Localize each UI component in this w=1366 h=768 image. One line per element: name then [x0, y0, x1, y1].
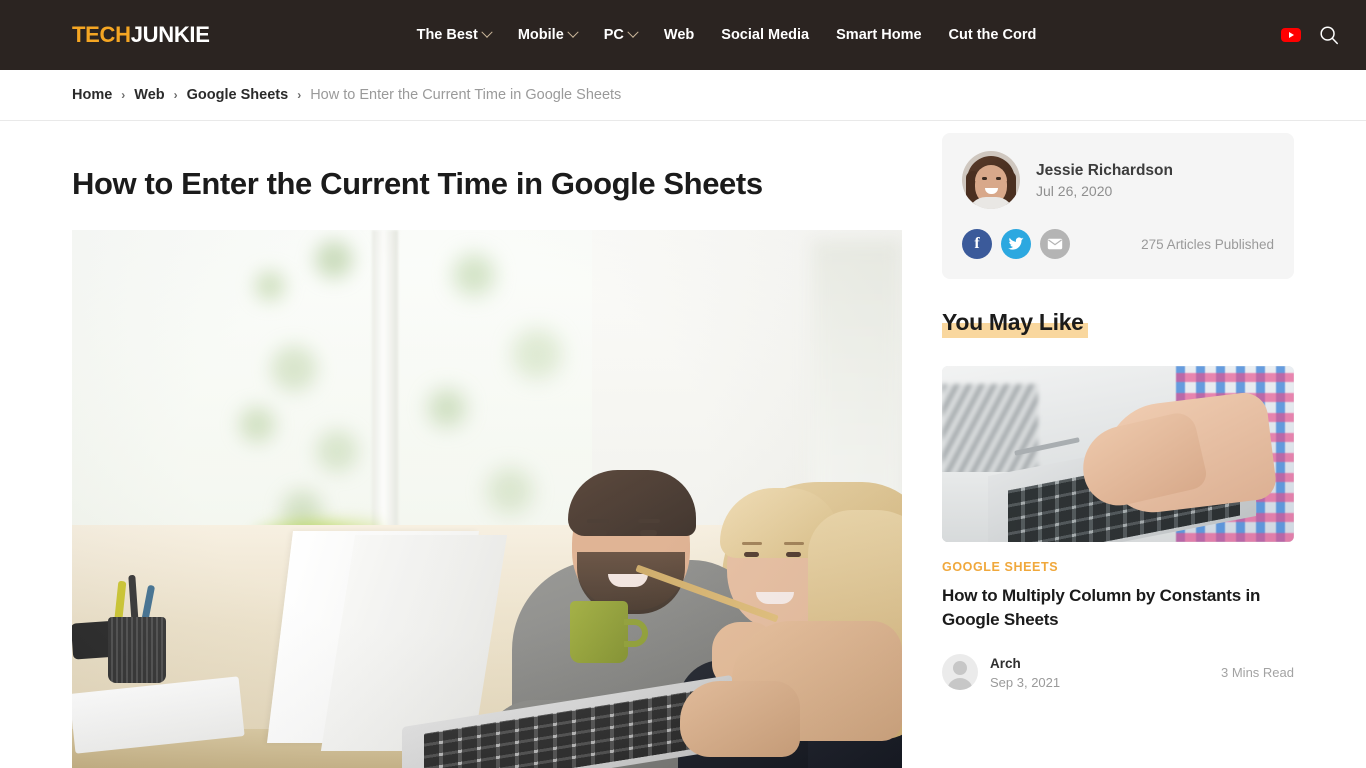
nav-item-pc[interactable]: PC [603, 26, 639, 43]
social-links: f [962, 229, 1070, 259]
related-article-author[interactable]: Arch [990, 655, 1060, 673]
breadcrumb-item-home[interactable]: Home [72, 87, 112, 103]
logo-part-junkie: JUNKIE [130, 22, 210, 47]
related-article-meta: Arch Sep 3, 2021 3 Mins Read [942, 654, 1294, 691]
articles-published-count: 275 Articles Published [1141, 236, 1274, 252]
author-card: Jessie Richardson Jul 26, 2020 f 275 Art… [942, 133, 1294, 279]
breadcrumb-separator: › [173, 88, 178, 102]
related-article-title[interactable]: How to Multiply Column by Constants in G… [942, 584, 1294, 632]
nav-item-mobile[interactable]: Mobile [517, 26, 579, 43]
related-article-category[interactable]: GOOGLE SHEETS [942, 560, 1294, 574]
nav-item-web[interactable]: Web [664, 28, 694, 43]
main-navigation: The Best Mobile PC Web Social Media Smar… [416, 26, 1037, 43]
chevron-down-icon [567, 26, 579, 38]
nav-label: The Best [416, 26, 478, 43]
twitter-icon[interactable] [1001, 229, 1031, 259]
site-logo[interactable]: TECHJUNKIE [72, 22, 210, 48]
nav-item-the-best[interactable]: The Best [416, 26, 493, 43]
search-icon[interactable] [1318, 24, 1340, 46]
related-article-card[interactable]: GOOGLE SHEETS How to Multiply Column by … [942, 366, 1294, 691]
article-hero-image [72, 229, 902, 768]
breadcrumb-separator: › [121, 88, 126, 102]
youtube-icon[interactable] [1281, 28, 1301, 42]
chevron-down-icon [627, 26, 639, 38]
breadcrumb-bar: Home › Web › Google Sheets › How to Ente… [0, 70, 1366, 121]
publish-date: Jul 26, 2020 [1036, 183, 1113, 200]
sidebar: Jessie Richardson Jul 26, 2020 f 275 Art… [942, 121, 1294, 768]
related-article-thumbnail[interactable] [942, 366, 1294, 542]
nav-label: Web [663, 26, 695, 43]
author-name[interactable]: Jessie Richardson [1036, 161, 1173, 180]
nav-label: Smart Home [836, 26, 922, 43]
nav-label: Social Media [721, 26, 810, 43]
site-header: TECHJUNKIE The Best Mobile PC Web Social… [0, 0, 1366, 70]
header-actions [1281, 24, 1340, 46]
nav-item-social-media[interactable]: Social Media [721, 28, 809, 43]
nav-item-smart-home[interactable]: Smart Home [836, 28, 921, 43]
chevron-down-icon [481, 26, 493, 38]
section-heading-label: You May Like [942, 309, 1084, 335]
nav-label: PC [603, 26, 624, 43]
breadcrumb-item-current: How to Enter the Current Time in Google … [310, 87, 622, 103]
breadcrumb-separator: › [297, 88, 302, 102]
related-author-text: Arch Sep 3, 2021 [990, 655, 1060, 690]
email-icon[interactable] [1040, 229, 1070, 259]
author-text: Jessie Richardson Jul 26, 2020 [1036, 161, 1173, 199]
breadcrumb: Home › Web › Google Sheets › How to Ente… [72, 87, 621, 103]
facebook-icon[interactable]: f [962, 229, 992, 259]
logo-part-tech: TECH [72, 22, 131, 47]
author-social-row: f 275 Articles Published [962, 229, 1274, 259]
avatar[interactable] [942, 654, 978, 691]
breadcrumb-item-web[interactable]: Web [134, 87, 164, 103]
nav-label: Cut the Cord [948, 26, 1037, 43]
avatar[interactable] [962, 151, 1020, 209]
author-identity: Jessie Richardson Jul 26, 2020 [962, 151, 1274, 209]
page-content: How to Enter the Current Time in Google … [0, 121, 1366, 768]
page-title: How to Enter the Current Time in Google … [72, 166, 763, 201]
article-column: How to Enter the Current Time in Google … [72, 121, 902, 768]
nav-item-cut-the-cord[interactable]: Cut the Cord [949, 28, 1037, 43]
nav-label: Mobile [517, 26, 564, 43]
breadcrumb-item-google-sheets[interactable]: Google Sheets [187, 87, 289, 103]
section-heading-you-may-like: You May Like [942, 309, 1088, 338]
related-article-date: Sep 3, 2021 [990, 674, 1061, 690]
related-article-read-time: 3 Mins Read [1221, 664, 1294, 680]
